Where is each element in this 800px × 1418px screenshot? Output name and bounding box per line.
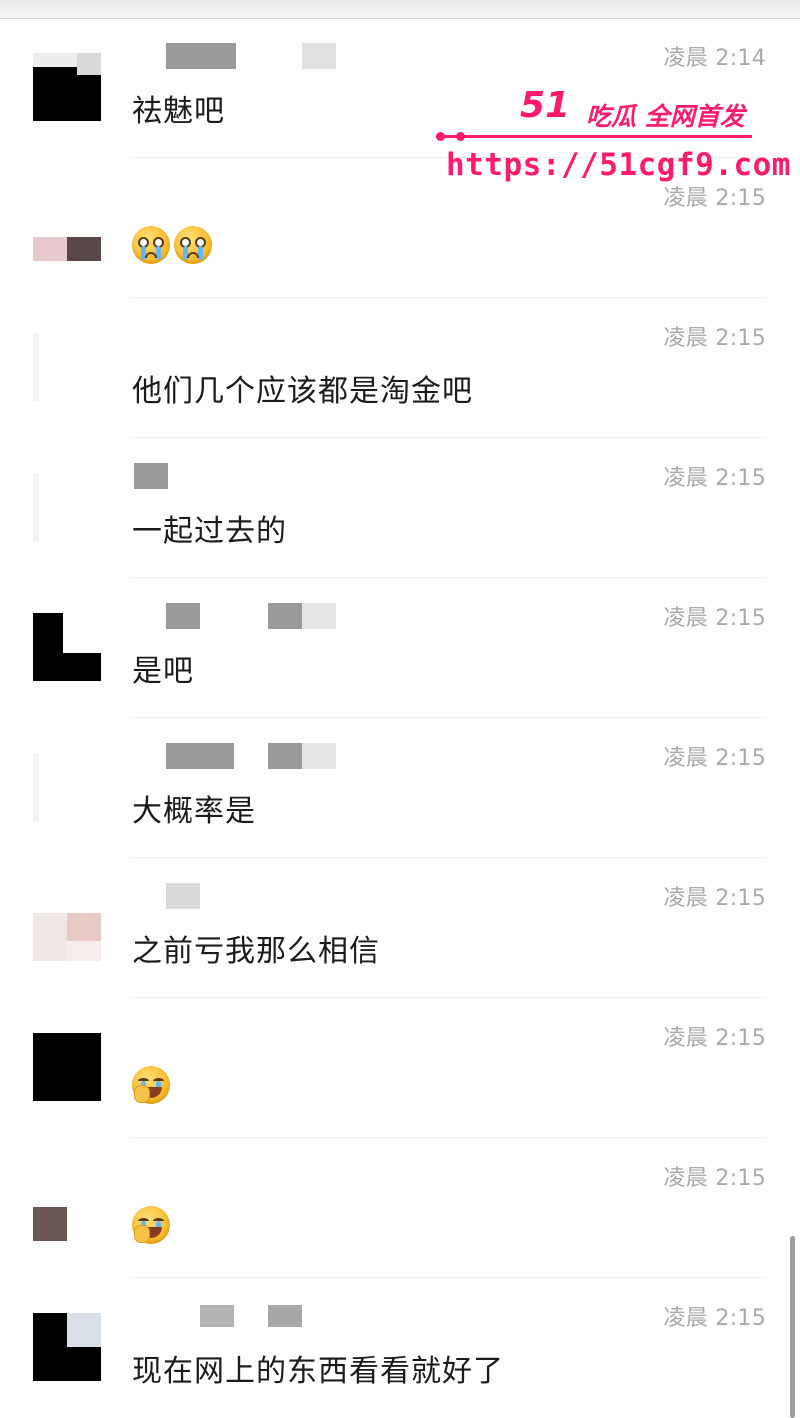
- blurred-sender-name: [166, 743, 336, 769]
- message-time: 凌晨 2:15: [663, 1026, 766, 1051]
- chat-message[interactable]: 凌晨 2:15 之前亏我那么相信: [0, 858, 800, 998]
- watermark: 51 吃瓜 全网首发 https://51cgf9.com: [436, 85, 790, 195]
- chat-message[interactable]: 凌晨 2:15 现在网上的东西看看就好了: [0, 1278, 800, 1418]
- message-text[interactable]: 大概率是: [132, 786, 256, 830]
- avatar[interactable]: [33, 893, 101, 961]
- blurred-sender-name: [166, 603, 336, 629]
- emoji-message[interactable]: [132, 1206, 170, 1244]
- avatar[interactable]: [33, 1313, 101, 1381]
- blurred-sender-name: [166, 43, 336, 69]
- avatar[interactable]: [33, 53, 101, 121]
- avatar[interactable]: [33, 753, 101, 821]
- message-time: 凌晨 2:15: [663, 466, 766, 491]
- message-time: 凌晨 2:14: [663, 46, 766, 71]
- watermark-tagline: 吃瓜 全网首发: [586, 102, 745, 131]
- message-time: 凌晨 2:15: [663, 1166, 766, 1191]
- message-time: 凌晨 2:15: [663, 1306, 766, 1331]
- message-text[interactable]: 一起过去的: [132, 506, 287, 550]
- chat-message[interactable]: 凌晨 2:15 大概率是: [0, 718, 800, 858]
- watermark-dot: [436, 132, 445, 141]
- crying-face-icon: [132, 226, 170, 264]
- scrollbar[interactable]: [790, 1236, 795, 1418]
- message-time: 凌晨 2:15: [663, 746, 766, 771]
- blurred-sender-name: [134, 463, 168, 489]
- message-time: 凌晨 2:15: [663, 326, 766, 351]
- chat-message[interactable]: 凌晨 2:15 他们几个应该都是淘金吧: [0, 298, 800, 438]
- crying-face-icon: [174, 226, 212, 264]
- chat-message[interactable]: 凌晨 2:15 一起过去的: [0, 438, 800, 578]
- avatar[interactable]: [33, 193, 101, 261]
- chat-message[interactable]: 凌晨 2:15: [0, 1138, 800, 1278]
- avatar[interactable]: [33, 613, 101, 681]
- avatar[interactable]: [33, 473, 101, 541]
- blurred-sender-name: [166, 883, 200, 909]
- message-text[interactable]: 现在网上的东西看看就好了: [132, 1346, 504, 1390]
- emoji-message[interactable]: [132, 226, 212, 264]
- face-palm-laugh-icon: [132, 1206, 170, 1244]
- avatar[interactable]: [33, 1033, 101, 1101]
- watermark-rule: [436, 135, 752, 138]
- top-status-strip: [0, 0, 800, 19]
- watermark-url: https://51cgf9.com: [446, 147, 791, 183]
- watermark-logo: 51: [520, 85, 571, 126]
- avatar[interactable]: [33, 1173, 101, 1241]
- message-time: 凌晨 2:15: [663, 606, 766, 631]
- message-text[interactable]: 之前亏我那么相信: [132, 926, 380, 970]
- chat-message[interactable]: 凌晨 2:15 是吧: [0, 578, 800, 718]
- emoji-message[interactable]: [132, 1066, 170, 1104]
- avatar[interactable]: [33, 333, 101, 401]
- message-text[interactable]: 是吧: [132, 646, 194, 690]
- message-text[interactable]: 他们几个应该都是淘金吧: [132, 366, 473, 410]
- blurred-sender-name: [200, 1305, 302, 1327]
- message-text[interactable]: 祛魅吧: [132, 86, 225, 130]
- chat-message[interactable]: 凌晨 2:15: [0, 998, 800, 1138]
- face-palm-laugh-icon: [132, 1066, 170, 1104]
- message-time: 凌晨 2:15: [663, 886, 766, 911]
- watermark-dot: [456, 132, 465, 141]
